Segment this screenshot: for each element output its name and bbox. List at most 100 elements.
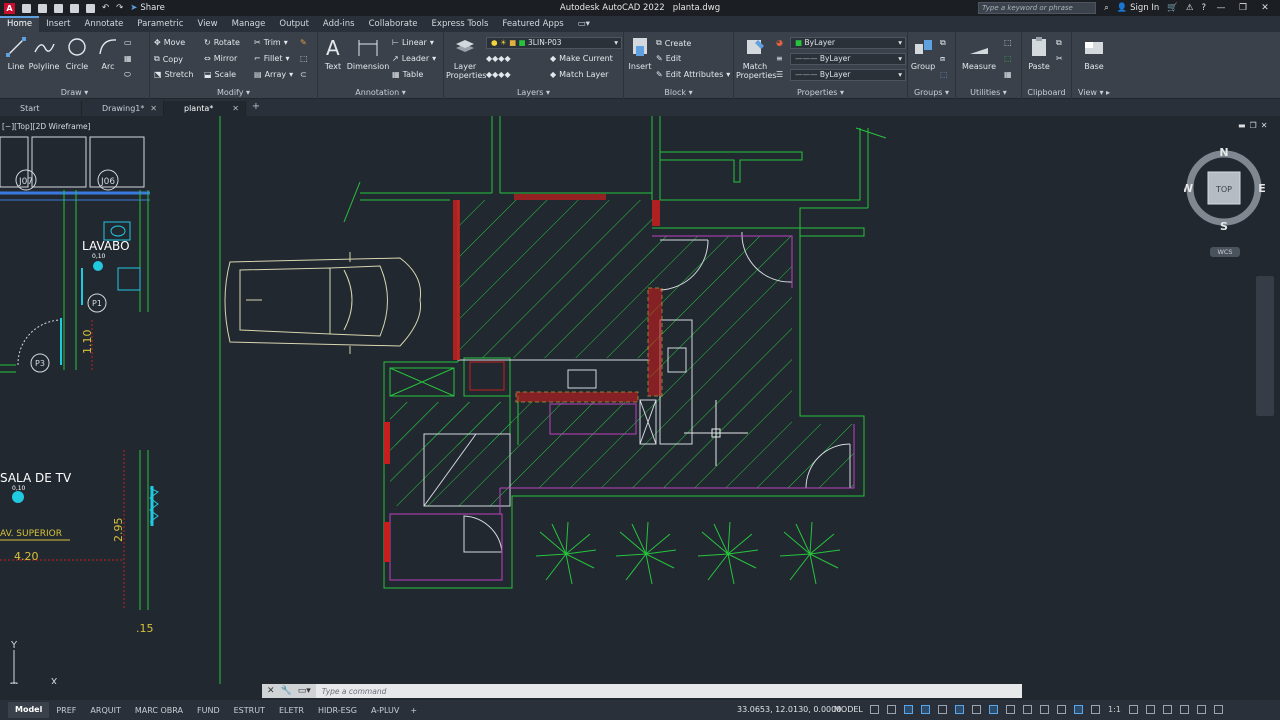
- lineweight-toggle-icon[interactable]: [1006, 705, 1015, 714]
- trim-button[interactable]: ✂ Trim ▾: [254, 38, 288, 47]
- offset-button[interactable]: ⊂: [300, 70, 307, 79]
- move-button[interactable]: ✥ Move: [154, 38, 185, 47]
- paste-button[interactable]: Paste: [1026, 36, 1052, 71]
- ribbon-tab-add-ins[interactable]: Add-ins: [316, 16, 362, 32]
- layer-tools-row2[interactable]: ◆◆◆◆: [486, 70, 511, 79]
- group-button[interactable]: Group: [910, 36, 936, 71]
- utilities-panel-label[interactable]: Utilities ▾: [956, 88, 1021, 97]
- snap-icon[interactable]: [887, 705, 896, 714]
- layout-tab-hidr-esg[interactable]: HIDR-ESG: [311, 706, 364, 715]
- edit-attributes-button[interactable]: ✎ Edit Attributes ▾: [656, 70, 730, 79]
- ungroup-icon[interactable]: ⧉: [940, 38, 946, 48]
- array-button[interactable]: ▤ Array ▾: [254, 70, 293, 79]
- viewport-window-controls[interactable]: ▬❐✕: [1238, 121, 1271, 130]
- hatch-tool[interactable]: ▦: [124, 54, 132, 63]
- text-button[interactable]: A Text: [320, 36, 346, 71]
- annotation-visibility-icon[interactable]: [1074, 705, 1083, 714]
- doc-tab-start[interactable]: Start: [0, 101, 82, 116]
- color-dropdown[interactable]: ■ ByLayer ▾: [790, 37, 906, 49]
- ribbon-tab-collaborate[interactable]: Collaborate: [362, 16, 425, 32]
- match-layer-button[interactable]: ◆ Match Layer: [550, 70, 608, 79]
- base-view-button[interactable]: Base: [1078, 36, 1110, 71]
- ribbon-tab-output[interactable]: Output: [272, 16, 316, 32]
- linetype-dropdown[interactable]: ——— ByLayer ▾: [790, 69, 906, 81]
- sign-in-button[interactable]: 👤 Sign In: [1117, 3, 1159, 13]
- layout-tab-marc-obra[interactable]: MARC OBRA: [128, 706, 190, 715]
- layout-tab-model[interactable]: Model: [8, 702, 50, 718]
- draw-panel-label[interactable]: Draw ▾: [0, 88, 149, 97]
- leader-button[interactable]: ↗ Leader ▾: [392, 54, 436, 63]
- ribbon-tab-express-tools[interactable]: Express Tools: [425, 16, 496, 32]
- close-icon[interactable]: ✕: [232, 101, 239, 116]
- save-icon[interactable]: [54, 3, 63, 13]
- polar-icon[interactable]: [921, 705, 930, 714]
- command-line[interactable]: ✕ 🔧 ▭▾ Type a command: [262, 684, 1022, 698]
- scale-button[interactable]: ⬓ Scale: [204, 70, 236, 79]
- annotation-scale-icon[interactable]: 1:1: [1108, 705, 1121, 714]
- dynamic-input-icon[interactable]: [989, 705, 998, 714]
- close-icon[interactable]: ✕: [267, 686, 275, 696]
- layout-tab-eletr[interactable]: ELETR: [272, 706, 311, 715]
- layout-tab-estrut[interactable]: ESTRUT: [227, 706, 272, 715]
- ribbon-tab-insert[interactable]: Insert: [39, 16, 77, 32]
- layout-tab-a-pluv[interactable]: A-PLUV: [364, 706, 406, 715]
- match-properties-button[interactable]: Match Properties: [736, 36, 776, 80]
- save-as-icon[interactable]: [70, 3, 79, 13]
- annotation-panel-label[interactable]: Annotation ▾: [318, 88, 443, 97]
- plot-icon[interactable]: [86, 3, 95, 13]
- app-logo[interactable]: A: [4, 2, 15, 14]
- ribbon-tab-home[interactable]: Home: [0, 16, 40, 32]
- layout-tab-arquit[interactable]: ARQUIT: [83, 706, 127, 715]
- make-current-button[interactable]: ◆ Make Current: [550, 54, 613, 63]
- workspace-gear-icon[interactable]: [1128, 705, 1138, 714]
- wrench-icon[interactable]: 🔧: [281, 686, 292, 696]
- measure-button[interactable]: Measure: [960, 36, 998, 71]
- copy-button[interactable]: ⧉ Copy: [154, 54, 183, 64]
- close-icon[interactable]: ✕: [150, 101, 157, 116]
- block-panel-label[interactable]: Block ▾: [624, 88, 733, 97]
- plus-icon[interactable]: [1145, 705, 1155, 714]
- edit-block-button[interactable]: ✎ Edit: [656, 54, 681, 63]
- command-history-icon[interactable]: ▭▾: [298, 686, 311, 696]
- layout-tab-pref[interactable]: PREF: [49, 706, 83, 715]
- lineweight-dropdown[interactable]: ——— ByLayer ▾: [790, 53, 906, 65]
- minimize-button[interactable]: —: [1214, 3, 1228, 13]
- doc-tab-drawing1[interactable]: Drawing1* ✕: [82, 101, 164, 116]
- model-space-toggle[interactable]: MODEL: [834, 705, 863, 714]
- transparency-icon[interactable]: [1023, 705, 1032, 714]
- ribbon-tab-annotate[interactable]: Annotate: [78, 16, 131, 32]
- cart-icon[interactable]: 🛒: [1167, 3, 1178, 13]
- new-tab-button[interactable]: +: [246, 101, 266, 116]
- ribbon-tab-toggle-icon[interactable]: ▭▾: [571, 16, 597, 32]
- command-input[interactable]: Type a command: [316, 687, 387, 696]
- properties-panel-label[interactable]: Properties ▾: [734, 88, 907, 97]
- layer-properties-button[interactable]: Layer Properties: [446, 36, 486, 80]
- osnap-icon[interactable]: [955, 705, 964, 714]
- clipboard-panel-label[interactable]: Clipboard: [1022, 88, 1071, 97]
- coordinate-readout[interactable]: 33.0653, 12.0130, 0.0000: [737, 705, 841, 714]
- undo-icon[interactable]: ↶: [102, 3, 109, 13]
- 3d-osnap-icon[interactable]: [1057, 705, 1066, 714]
- line-button[interactable]: Line: [4, 36, 28, 71]
- open-icon[interactable]: [38, 3, 47, 13]
- explode-button[interactable]: ⬚: [300, 54, 308, 63]
- linear-dim-button[interactable]: ⊢ Linear ▾: [392, 38, 434, 47]
- layout-tab-fund[interactable]: FUND: [190, 706, 227, 715]
- navigation-bar[interactable]: [1256, 276, 1274, 416]
- grid-icon[interactable]: [870, 705, 879, 714]
- ribbon-tab-parametric[interactable]: Parametric: [130, 16, 190, 32]
- drawing-canvas[interactable]: J07 J06 LAVABO 0,10 P1 1.10 P3 SALA DE T…: [0, 116, 1280, 690]
- group-edit-icon[interactable]: ⧈: [940, 54, 945, 64]
- selection-cycling-icon[interactable]: [1040, 705, 1049, 714]
- mirror-button[interactable]: ⇔ Mirror: [204, 54, 237, 63]
- customization-icon[interactable]: [1213, 705, 1223, 714]
- restore-button[interactable]: ❐: [1236, 3, 1250, 13]
- share-button[interactable]: ➤ Share: [130, 3, 165, 13]
- stretch-button[interactable]: ⬔ Stretch: [154, 70, 193, 79]
- modify-panel-label[interactable]: Modify ▾: [150, 88, 317, 97]
- ellipse-tool[interactable]: ⬭: [124, 70, 131, 80]
- polyline-button[interactable]: Polyline: [28, 36, 60, 71]
- fillet-button[interactable]: ⌐ Fillet ▾: [254, 54, 289, 63]
- new-icon[interactable]: [22, 3, 31, 13]
- rotate-button[interactable]: ↻ Rotate: [204, 38, 240, 47]
